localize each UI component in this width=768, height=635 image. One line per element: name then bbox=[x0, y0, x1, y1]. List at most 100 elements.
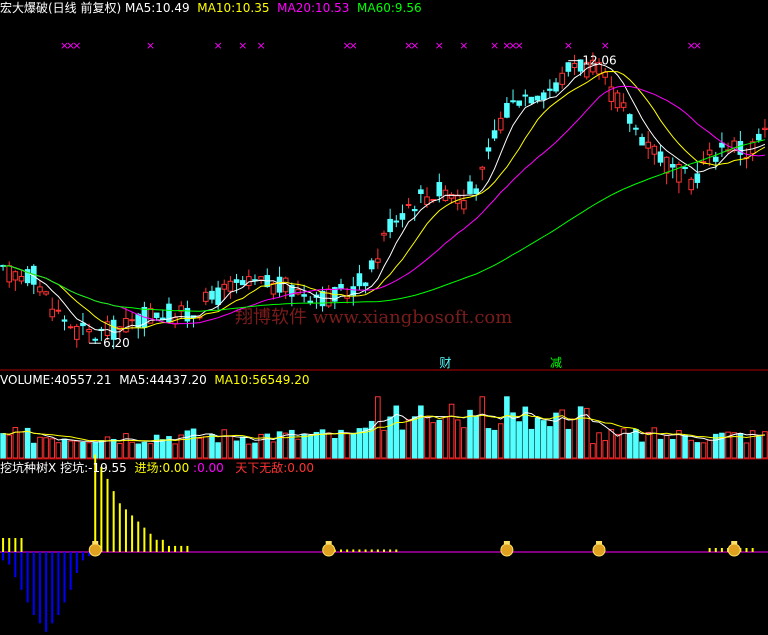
volume-bar bbox=[504, 396, 510, 459]
candle-body bbox=[356, 273, 363, 287]
candle-body bbox=[129, 319, 135, 322]
candle-body bbox=[67, 326, 74, 329]
candle-body bbox=[669, 164, 676, 168]
candle-body bbox=[215, 287, 221, 305]
star-marker: × bbox=[490, 39, 499, 52]
volume-bar bbox=[332, 438, 338, 459]
candle-body bbox=[49, 308, 56, 318]
volume-bar bbox=[608, 428, 615, 459]
candle-body bbox=[368, 260, 375, 270]
volume-bar bbox=[203, 436, 209, 459]
candle-body bbox=[123, 318, 129, 333]
volume-bar bbox=[117, 442, 123, 459]
volume-bar bbox=[565, 428, 572, 459]
volume-bar bbox=[80, 441, 86, 459]
volume-bar bbox=[98, 440, 105, 459]
candle-body bbox=[74, 325, 80, 340]
candle-body bbox=[301, 294, 307, 297]
volume-bar bbox=[479, 396, 486, 459]
volume-bar bbox=[706, 439, 713, 459]
volume-bar bbox=[24, 427, 31, 459]
volume-bar bbox=[491, 429, 498, 459]
candle-body bbox=[239, 280, 246, 286]
volume-bar bbox=[18, 431, 25, 459]
volume-bar bbox=[454, 419, 461, 459]
volume-bar bbox=[123, 433, 129, 459]
volume-bar bbox=[221, 429, 228, 459]
candle-body bbox=[682, 167, 688, 170]
candle-body bbox=[135, 313, 142, 328]
signal-jian: 减 bbox=[550, 356, 562, 370]
stock-title: 宏大爆破(日线 前复权) bbox=[0, 1, 122, 15]
candle-body bbox=[473, 188, 479, 194]
money-bag-icon bbox=[88, 543, 102, 557]
candle-body bbox=[694, 173, 701, 183]
volume-bar bbox=[270, 441, 277, 459]
candle-body bbox=[633, 127, 639, 130]
price-panel-header: 宏大爆破(日线 前复权) MA5:10.49 MA10:10.35 MA20:1… bbox=[0, 1, 422, 15]
chart-canvas[interactable]: 翔博软件 www.xiangbosoft.com 12.06 6.20 × × × × × × ×… bbox=[0, 0, 768, 635]
volume-bar bbox=[338, 429, 344, 459]
candle-body bbox=[411, 209, 418, 212]
volume-bar bbox=[196, 437, 203, 459]
volume-bar bbox=[614, 433, 621, 459]
candle-body bbox=[86, 328, 92, 333]
volume-bar bbox=[399, 429, 406, 459]
candle-body bbox=[405, 204, 412, 207]
volume-ma5-value: 44437.20 bbox=[149, 373, 207, 387]
dig-value: -19.55 bbox=[88, 461, 127, 475]
candle-body bbox=[497, 117, 504, 131]
volume-bar bbox=[282, 432, 289, 459]
volume-bar bbox=[448, 403, 455, 459]
star-marker: × bbox=[459, 39, 468, 52]
candle-body bbox=[651, 145, 658, 155]
volume-bar bbox=[528, 428, 535, 459]
candle-body bbox=[755, 133, 762, 141]
volume-bar bbox=[172, 443, 178, 459]
volume-panel-header: VOLUME:40557.21 MA5:44437.20 MA10:56549.… bbox=[0, 373, 310, 387]
candle-body bbox=[6, 265, 13, 283]
volume-bar bbox=[473, 415, 479, 459]
candle-body bbox=[688, 178, 695, 191]
volume-bar bbox=[467, 409, 473, 459]
indicator-name: 挖坑种树X bbox=[0, 461, 57, 475]
candle-body bbox=[663, 156, 670, 174]
money-bag-tie bbox=[731, 541, 738, 544]
candle-body bbox=[18, 276, 25, 282]
volume-bar bbox=[295, 438, 301, 459]
extra-value: 0.00 bbox=[197, 461, 224, 475]
volume-bar bbox=[547, 426, 553, 459]
volume-bar bbox=[153, 434, 160, 459]
candle-body bbox=[399, 213, 406, 220]
candle-body bbox=[657, 151, 664, 163]
volume-bar bbox=[571, 418, 578, 459]
volume-bar bbox=[239, 436, 246, 459]
volume-bar bbox=[141, 442, 148, 459]
money-bag-icon bbox=[727, 543, 741, 557]
volume-bar bbox=[6, 434, 13, 459]
candle-body bbox=[43, 291, 49, 295]
volume-bar bbox=[344, 432, 350, 459]
low-marker-label: 6.20 bbox=[103, 336, 130, 350]
candle-body bbox=[571, 62, 578, 69]
volume-bar bbox=[37, 436, 43, 459]
candle-body bbox=[467, 181, 473, 194]
volume-bar bbox=[307, 434, 314, 459]
candle-body bbox=[504, 102, 510, 118]
star-marker: × bbox=[564, 39, 573, 52]
money-bag-icon bbox=[500, 543, 514, 557]
volume-bar bbox=[755, 436, 762, 459]
volume-bar bbox=[436, 419, 443, 459]
volume-bar bbox=[626, 433, 633, 459]
candle-body bbox=[258, 276, 264, 281]
volume-bar bbox=[61, 438, 68, 459]
candle-body bbox=[553, 82, 559, 92]
volume-bar bbox=[743, 442, 750, 459]
volume-bar bbox=[381, 429, 387, 459]
ma20-line bbox=[3, 85, 765, 325]
ma5-line bbox=[3, 63, 766, 333]
volume-bar bbox=[147, 443, 154, 459]
star-marker: × bbox=[72, 39, 81, 52]
volume-bar bbox=[233, 440, 240, 459]
candle-body bbox=[233, 279, 240, 283]
